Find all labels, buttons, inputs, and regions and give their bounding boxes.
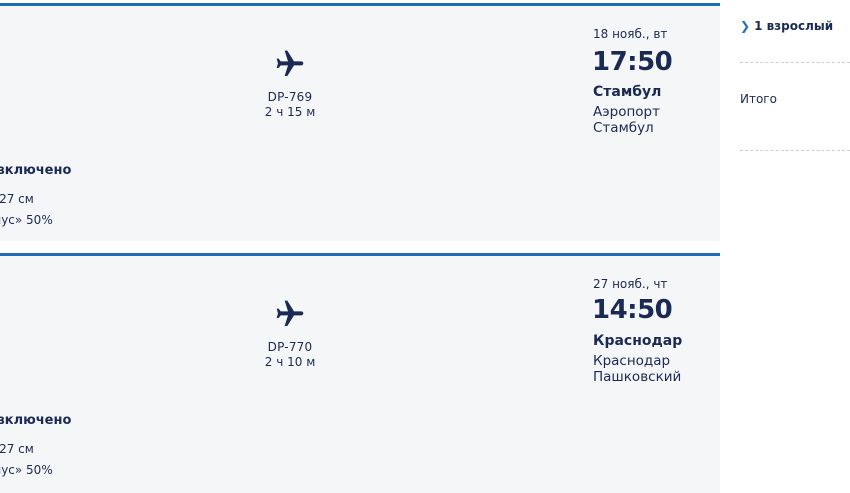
plane-icon	[276, 50, 304, 76]
baggage-text: включено	[0, 413, 72, 428]
arrival-time: 17:50	[592, 47, 673, 77]
baggage-dimensions: x27 см	[0, 192, 34, 206]
passengers-label: 1 взрослый	[754, 19, 834, 33]
arrival-airport: Краснодар Пашковский	[593, 353, 713, 385]
baggage-included: включено	[0, 163, 71, 178]
arrival-airport: Аэропорт Стамбул	[593, 104, 713, 136]
arrival-airport-line2: Пашковский	[593, 369, 682, 385]
flight-duration: 2 ч 15 м	[264, 105, 316, 119]
flight-card-return: DP-770 2 ч 10 м 27 нояб., чт 14:50 Красн…	[0, 253, 720, 493]
bonus-info: онус» 50%	[0, 463, 53, 477]
total-label: Итого	[740, 92, 777, 106]
bonus-info: онус» 50%	[0, 213, 53, 227]
arrival-date: 18 нояб., вт	[593, 27, 668, 41]
passengers-toggle[interactable]: ❯ 1 взрослый	[740, 19, 833, 33]
chevron-right-icon: ❯	[740, 19, 751, 33]
arrival-airport-line1: Краснодар	[593, 353, 671, 369]
baggage-included: включено	[0, 413, 71, 428]
arrival-city: Стамбул	[593, 84, 662, 100]
arrival-city: Краснодар	[593, 333, 683, 349]
flight-number: DP-769	[267, 90, 313, 104]
arrival-airport-line2: Стамбул	[593, 120, 654, 136]
divider	[740, 62, 850, 63]
arrival-date: 27 нояб., чт	[593, 277, 668, 291]
flight-card-outbound: DP-769 2 ч 15 м 18 нояб., вт 17:50 Стамб…	[0, 3, 720, 241]
baggage-text: включено	[0, 163, 72, 178]
baggage-dimensions: x27 см	[0, 442, 34, 456]
flight-number: DP-770	[267, 340, 313, 354]
arrival-time: 14:50	[592, 295, 673, 325]
arrival-airport-line1: Аэропорт	[593, 104, 660, 120]
flight-duration: 2 ч 10 м	[264, 355, 316, 369]
divider	[740, 150, 850, 151]
plane-icon	[276, 300, 304, 326]
